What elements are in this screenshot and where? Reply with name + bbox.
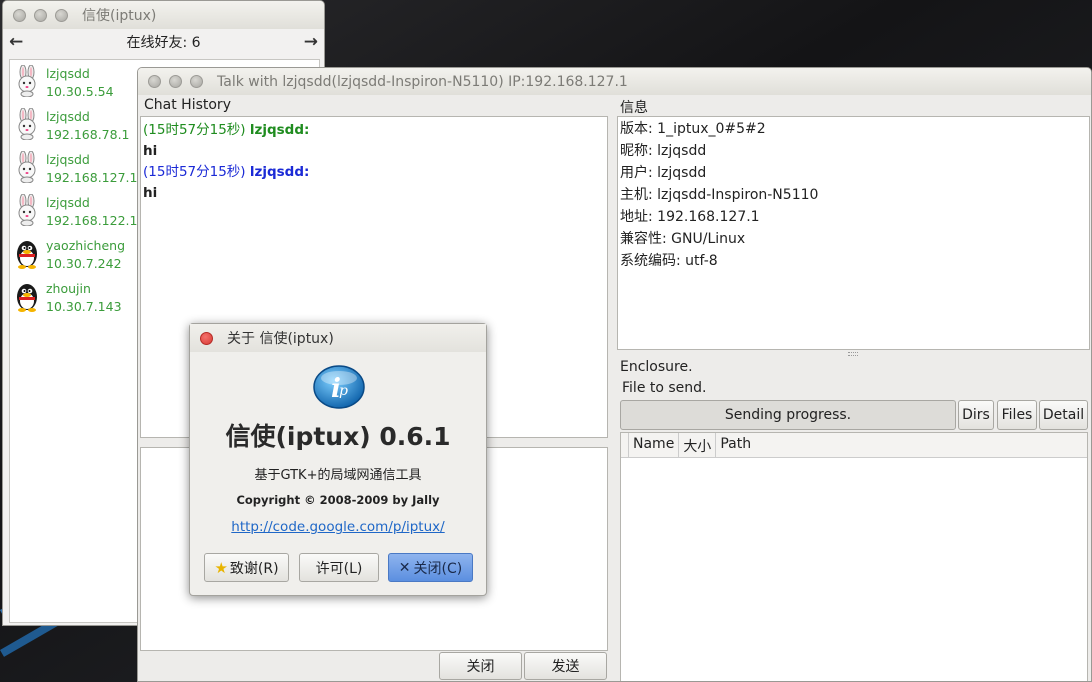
credits-button[interactable]: ★ 致谢(R) <box>204 553 289 582</box>
message-text: hi <box>143 185 158 201</box>
dirs-button[interactable]: Dirs <box>958 400 994 430</box>
chat-history-label: Chat History <box>144 97 231 113</box>
prev-arrow-icon[interactable]: ← <box>9 32 23 52</box>
friend-ip: 192.168.127.1 <box>46 170 138 185</box>
penguin-avatar-icon <box>14 237 40 269</box>
file-list-header: Name 大小 Path <box>621 433 1087 458</box>
talk-window-title: Talk with lzjqsdd(lzjqsdd-Inspiron-N5110… <box>217 73 628 90</box>
svg-text:p: p <box>339 383 348 399</box>
talk-titlebar: Talk with lzjqsdd(lzjqsdd-Inspiron-N5110… <box>138 68 1091 95</box>
column-name[interactable]: Name <box>629 433 680 457</box>
message-text: hi <box>143 143 158 159</box>
window-minimize-button[interactable] <box>34 8 47 22</box>
window-maximize-button[interactable] <box>190 75 203 88</box>
file-list-panel[interactable]: Name 大小 Path <box>620 432 1088 681</box>
enclosure-label: Enclosure. <box>620 359 693 375</box>
info-host: 主机: lzjqsdd-Inspiron-N5110 <box>620 187 819 203</box>
info-encoding: 系统编码: utf-8 <box>620 253 718 269</box>
file-to-send-label: File to send. <box>622 380 707 396</box>
sending-progress-bar: Sending progress. <box>620 400 956 430</box>
friend-name: lzjqsdd <box>46 109 90 124</box>
dialog-close-button[interactable] <box>200 331 213 345</box>
about-titlebar: 关于 信使(iptux) <box>190 324 486 352</box>
friend-name: zhoujin <box>46 281 91 296</box>
rabbit-avatar-icon <box>14 107 40 141</box>
friends-titlebar: 信使(iptux) <box>3 1 324 29</box>
about-dialog: 关于 信使(iptux) i p 信使(iptux) 0.6.1 基于GTK+的… <box>189 323 487 596</box>
about-close-button[interactable]: ✕ 关闭(C) <box>388 553 473 582</box>
info-address: 地址: 192.168.127.1 <box>620 209 760 225</box>
chat-message-header: (15时57分15秒) lzjqsdd: <box>143 162 605 183</box>
window-close-button[interactable] <box>13 8 26 22</box>
friends-window-title: 信使(iptux) <box>82 8 157 24</box>
info-compat: 兼容性: GNU/Linux <box>620 231 746 247</box>
info-nickname: 昵称: lzjqsdd <box>620 143 707 159</box>
pane-splitter-handle[interactable] <box>848 352 858 356</box>
friend-name: lzjqsdd <box>46 195 90 210</box>
online-friends-count: 在线好友: 6 <box>126 35 201 51</box>
license-button[interactable]: 许可(L) <box>299 553 379 582</box>
iptux-logo-icon: i p <box>313 365 365 409</box>
column-size[interactable]: 大小 <box>679 433 717 457</box>
window-minimize-button[interactable] <box>169 75 182 88</box>
friend-name: yaozhicheng <box>46 238 126 253</box>
detail-button[interactable]: Detail <box>1039 400 1088 430</box>
friend-ip: 10.30.7.242 <box>46 256 122 271</box>
window-close-button[interactable] <box>148 75 161 88</box>
close-icon: ✕ <box>398 559 411 576</box>
chat-message-header: (15时57分15秒) lzjqsdd: <box>143 120 605 141</box>
about-website-link[interactable]: http://code.google.com/p/iptux/ <box>190 519 486 535</box>
window-maximize-button[interactable] <box>55 8 68 22</box>
friend-ip: 10.30.5.54 <box>46 84 114 99</box>
about-dialog-title: 关于 信使(iptux) <box>227 331 334 347</box>
penguin-avatar-icon <box>14 280 40 312</box>
message-sender: lzjqsdd: <box>249 164 310 180</box>
credits-button-label: 致谢(R) <box>229 560 279 577</box>
about-app-name: 信使(iptux) 0.6.1 <box>225 422 451 451</box>
info-label: 信息 <box>620 100 648 116</box>
message-sender: lzjqsdd: <box>249 122 310 138</box>
info-version: 版本: 1_iptux_0#5#2 <box>620 121 766 137</box>
message-time: (15时57分15秒) <box>143 122 246 138</box>
rabbit-avatar-icon <box>14 150 40 184</box>
rabbit-avatar-icon <box>14 64 40 98</box>
friend-ip: 192.168.122.1 <box>46 213 138 228</box>
friend-name: lzjqsdd <box>46 66 90 81</box>
info-panel: 版本: 1_iptux_0#5#2 昵称: lzjqsdd 用户: lzjqsd… <box>617 116 1090 350</box>
about-close-label: 关闭(C) <box>413 560 463 577</box>
friends-nav-bar: ← 在线好友: 6 → <box>3 29 324 55</box>
friend-name: lzjqsdd <box>46 152 90 167</box>
friend-ip: 10.30.7.143 <box>46 299 122 314</box>
rabbit-avatar-icon <box>14 193 40 227</box>
files-button[interactable]: Files <box>997 400 1037 430</box>
next-arrow-icon[interactable]: → <box>304 32 318 52</box>
send-button[interactable]: 发送 <box>524 652 607 680</box>
about-description: 基于GTK+的局域网通信工具 <box>254 468 422 483</box>
friend-ip: 192.168.78.1 <box>46 127 130 142</box>
message-time: (15时57分15秒) <box>143 164 246 180</box>
close-chat-button[interactable]: 关闭 <box>439 652 522 680</box>
star-icon: ★ <box>214 558 228 577</box>
column-path[interactable]: Path <box>716 433 755 457</box>
about-copyright: Copyright © 2008-2009 by Jally <box>236 493 440 507</box>
info-user: 用户: lzjqsdd <box>620 165 707 181</box>
